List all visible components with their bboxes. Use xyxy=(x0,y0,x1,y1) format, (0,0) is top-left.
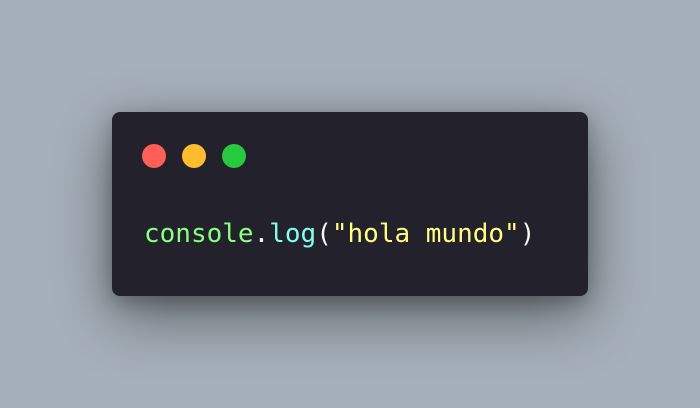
minimize-dot-icon[interactable] xyxy=(182,144,206,168)
code-token-object: console xyxy=(144,219,254,249)
code-window: console.log("hola mundo") xyxy=(112,112,588,296)
code-token-close-paren: ) xyxy=(519,219,536,249)
close-dot-icon[interactable] xyxy=(142,144,166,168)
code-token-dot: . xyxy=(253,219,270,249)
code-token-string: "hola mundo" xyxy=(331,219,520,249)
code-snippet: console.log("hola mundo") xyxy=(144,215,535,253)
window-controls xyxy=(142,144,246,168)
maximize-dot-icon[interactable] xyxy=(222,144,246,168)
code-token-open-paren: ( xyxy=(316,219,332,249)
code-token-method: log xyxy=(269,219,317,249)
